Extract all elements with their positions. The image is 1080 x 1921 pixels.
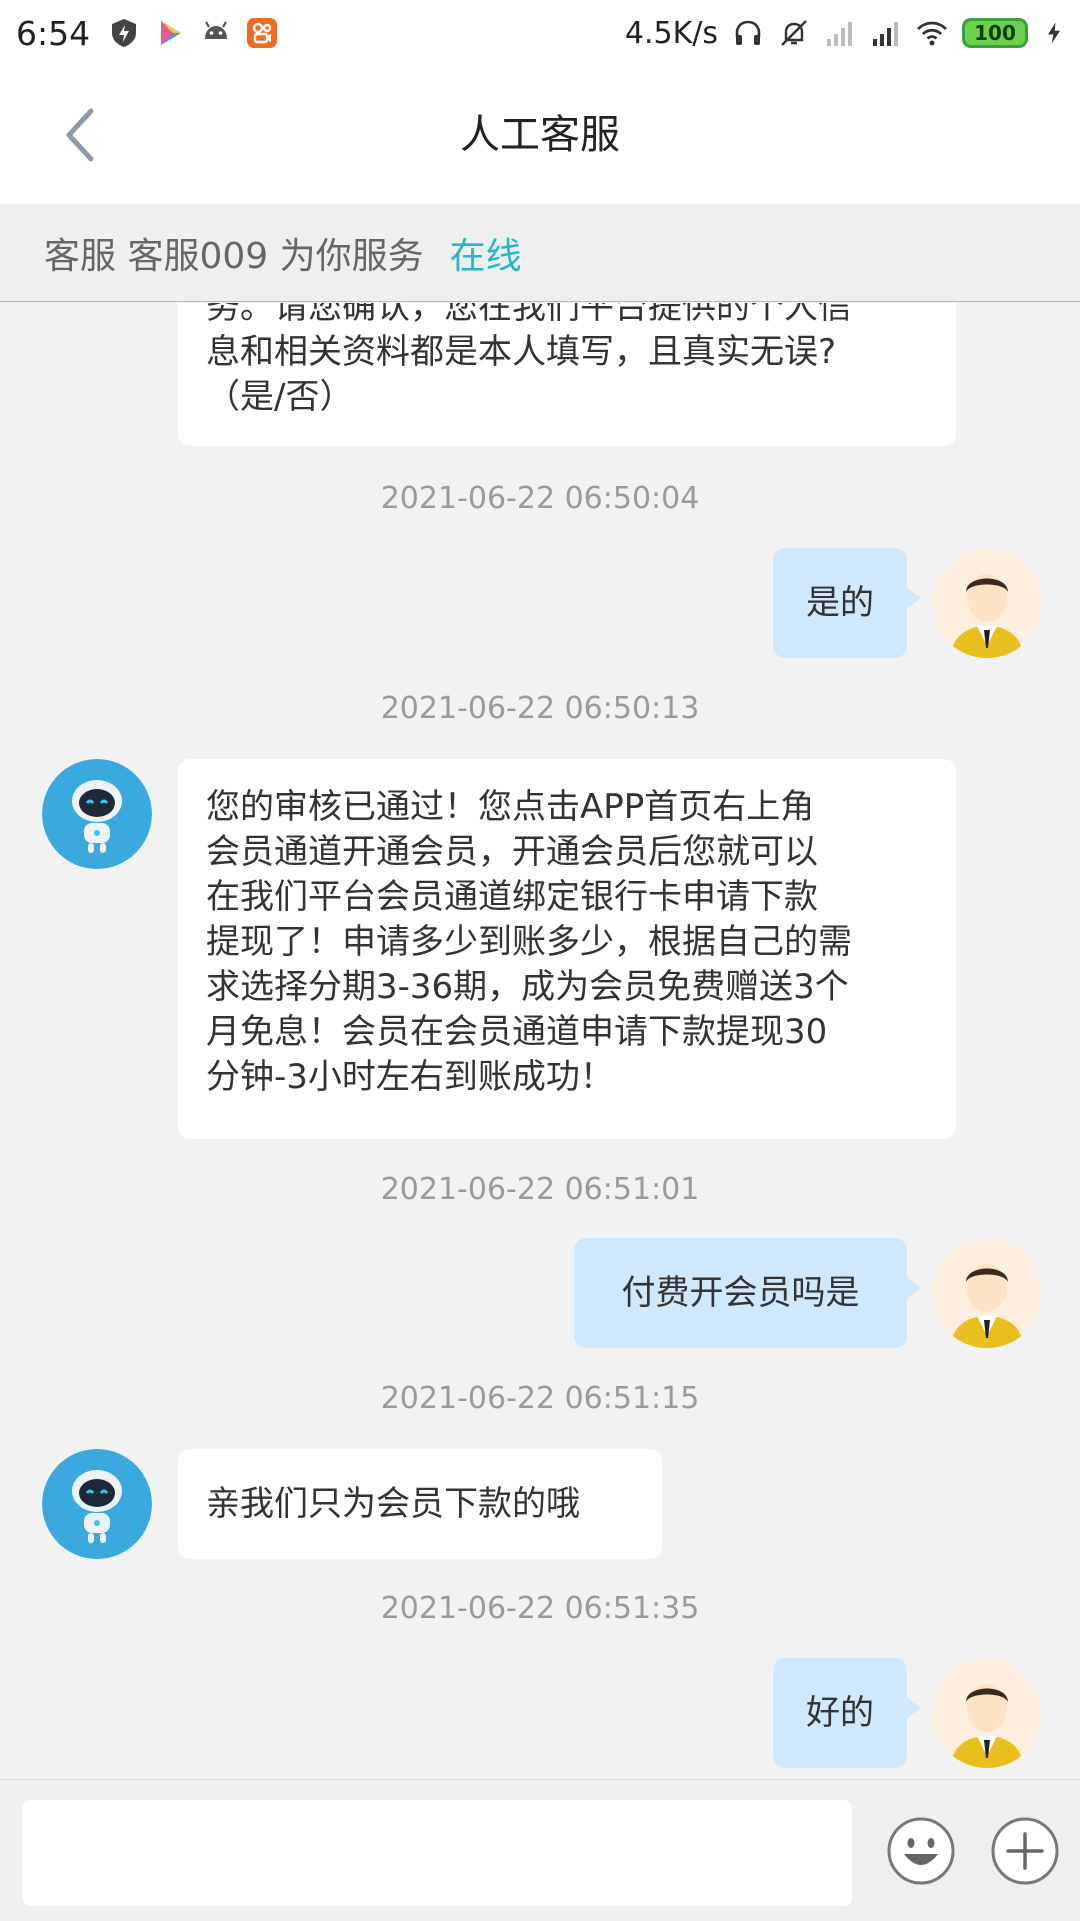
emoji-icon [887, 1817, 955, 1885]
signal-icon [827, 22, 852, 46]
message-line: 您的审核已通过！您点击APP首页右上角 [206, 787, 815, 827]
man-avatar-icon [932, 548, 1042, 658]
plus-icon [991, 1817, 1059, 1885]
agent-message-bubble: 您的审核已通过！您点击APP首页右上角 会员通道开通会员，开通会员后您就可以 在… [178, 759, 956, 1139]
message-line: 月免息！会员在会员通道申请下款提现30 [206, 1012, 828, 1052]
message-text: 是的 [806, 582, 874, 623]
shield-bolt-icon [112, 19, 137, 47]
message-line: 务。请您确认，您在我们平台提供的个人信 [206, 303, 852, 327]
man-avatar-icon [932, 1238, 1042, 1348]
message-timestamp: 2021-06-22 06:51:01 [380, 1172, 700, 1207]
agent-avatar [42, 759, 152, 869]
kuaishou-app-icon [247, 18, 278, 48]
message-line: 分钟-3小时左右到账成功！ [206, 1057, 614, 1097]
page-title: 人工客服 [460, 112, 620, 158]
message-text: 好的 [806, 1692, 874, 1733]
status-bar: 6:54 4.5K/s 100 [0, 0, 1080, 66]
message-line: （是/否） [206, 377, 354, 417]
message-timestamp: 2021-06-22 06:50:13 [380, 691, 700, 726]
signal-icon [873, 22, 898, 46]
agent-info-bar: 客服 客服009 为你服务 在线 [0, 204, 1080, 302]
headphones-icon [735, 20, 761, 45]
message-text: 付费开会员吗是 [621, 1272, 860, 1313]
agent-message-bubble: 亲我们只为会员下款的哦 [178, 1449, 662, 1559]
agent-avatar [42, 1449, 152, 1559]
message-input-bar [0, 1779, 1080, 1921]
user-avatar [932, 1238, 1042, 1348]
android-icon [205, 21, 228, 39]
message-timestamp: 2021-06-22 06:51:15 [380, 1381, 700, 1416]
robot-avatar-icon [42, 759, 152, 869]
play-store-icon [161, 21, 182, 45]
status-time: 6:54 [16, 13, 91, 53]
message-line: 求选择分期3-36期，成为会员免费赠送3个 [206, 967, 849, 1007]
user-message-bubble: 好的 [773, 1658, 921, 1768]
plus-button[interactable] [990, 1816, 1060, 1886]
network-speed: 4.5K/s [624, 15, 718, 51]
message-line: 在我们平台会员通道绑定银行卡申请下款 [206, 877, 818, 917]
title-bar: 人工客服 [0, 66, 1080, 204]
message-line: 提现了！申请多少到账多少，根据自己的需 [206, 922, 852, 962]
message-line: 息和相关资料都是本人填写，且真实无误? [206, 332, 837, 372]
message-timestamp: 2021-06-22 06:51:35 [380, 1591, 700, 1626]
bell-off-icon [781, 20, 807, 46]
emoji-button[interactable] [886, 1816, 956, 1886]
message-text: 亲我们只为会员下款的哦 [206, 1483, 580, 1524]
wifi-icon [917, 21, 947, 46]
battery-indicator: 100 [962, 18, 1028, 48]
message-input[interactable] [22, 1800, 852, 1906]
user-message-bubble: 付费开会员吗是 [574, 1238, 921, 1348]
chat-area[interactable]: 务。请您确认，您在我们平台提供的个人信 息和相关资料都是本人填写，且真实无误? … [0, 303, 1080, 1779]
online-status: 在线 [449, 235, 522, 277]
user-message-bubble: 是的 [773, 548, 921, 658]
agent-info-text: 客服 客服009 为你服务 [44, 235, 424, 277]
message-line: 会员通道开通会员，开通会员后您就可以 [206, 832, 818, 872]
charging-icon [1048, 22, 1060, 44]
message-timestamp: 2021-06-22 06:50:04 [380, 481, 700, 516]
user-avatar [932, 548, 1042, 658]
user-avatar [932, 1658, 1042, 1768]
robot-avatar-icon [42, 1449, 152, 1559]
man-avatar-icon [932, 1658, 1042, 1768]
agent-message-bubble: 务。请您确认，您在我们平台提供的个人信 息和相关资料都是本人填写，且真实无误? … [178, 303, 956, 446]
